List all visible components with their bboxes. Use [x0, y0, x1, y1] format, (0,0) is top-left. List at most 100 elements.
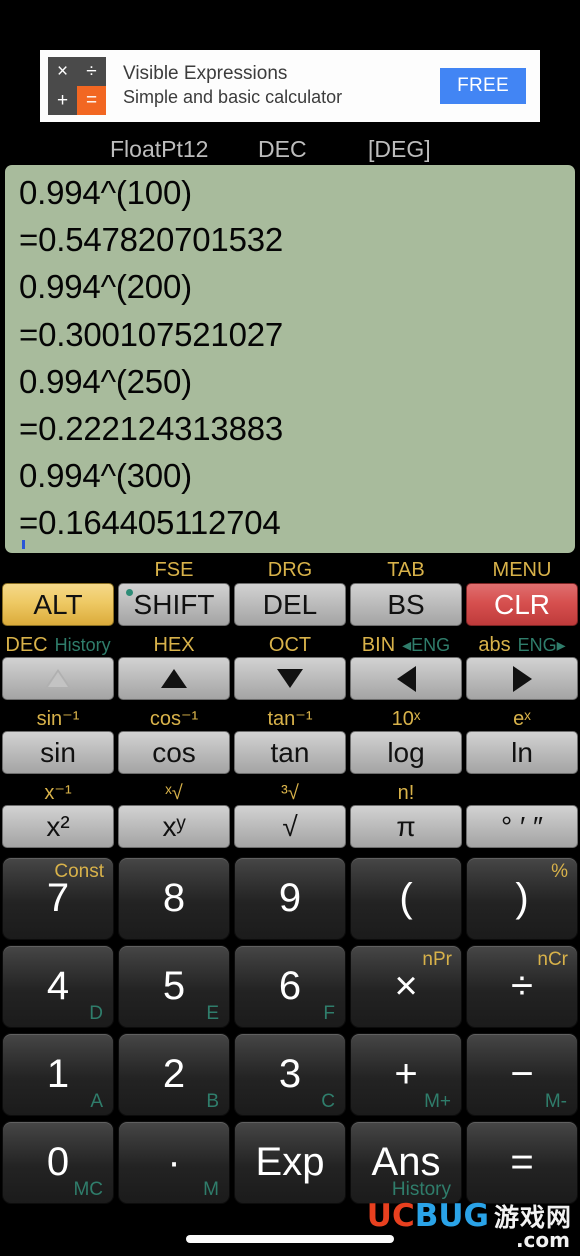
- label-e-pow-x: eˣ: [513, 708, 531, 730]
- key-x-pow-y[interactable]: xʸ: [118, 805, 230, 848]
- shift-active-dot: [126, 589, 133, 596]
- key-arrow-left[interactable]: [350, 657, 462, 700]
- key-divide-label: ÷: [511, 964, 533, 1008]
- key-3[interactable]: C 3: [234, 1033, 346, 1116]
- label-hex: HEX: [153, 634, 195, 656]
- key-open-paren[interactable]: (: [350, 857, 462, 940]
- key-close-paren[interactable]: % ): [466, 857, 578, 940]
- key-sin[interactable]: sin: [2, 731, 114, 774]
- label-cell: DEC History: [0, 633, 116, 657]
- watermark-domain: .com: [515, 1228, 570, 1252]
- key-ln[interactable]: ln: [466, 731, 578, 774]
- label-fse: FSE: [154, 559, 194, 581]
- label-factorial: n!: [397, 782, 415, 804]
- label-menu: MENU: [492, 559, 552, 581]
- key-7[interactable]: Const 7: [2, 857, 114, 940]
- ad-subtitle: Simple and basic calculator: [123, 87, 343, 108]
- key-6-hex-label: F: [323, 1003, 335, 1024]
- display-line: =0.547820701532: [19, 221, 284, 259]
- key-5[interactable]: E 5: [118, 945, 230, 1028]
- watermark-bug: BUG: [414, 1198, 489, 1234]
- key-del[interactable]: DEL: [234, 583, 346, 626]
- key-1-label: 1: [46, 1052, 70, 1096]
- key-decimal-point[interactable]: M ·: [118, 1121, 230, 1204]
- keypad-row-7: A 1 B 2 C 3 M+ + M- −: [0, 1033, 580, 1116]
- key-percent-alt-label: %: [551, 861, 568, 882]
- key-x-squared[interactable]: x²: [2, 805, 114, 848]
- keypad-row-4: x² xʸ √ π ° ′ ″: [0, 805, 580, 848]
- display-line: 0.994^(250): [19, 362, 192, 400]
- label-cell: n!: [348, 781, 464, 805]
- key-shift-label: SHIFT: [133, 588, 215, 620]
- triangle-left-icon: [396, 665, 416, 692]
- key-minus[interactable]: M- −: [466, 1033, 578, 1116]
- key-plus[interactable]: M+ +: [350, 1033, 462, 1116]
- key-tan[interactable]: tan: [234, 731, 346, 774]
- key-mem-minus-label: M-: [544, 1091, 567, 1112]
- key-cos[interactable]: cos: [118, 731, 230, 774]
- label-cell: MENU: [464, 558, 580, 582]
- keypad-row-3: sin cos tan log ln: [0, 731, 580, 774]
- label-cell: [464, 781, 580, 805]
- key-shift[interactable]: SHIFT: [118, 583, 230, 626]
- watermark-chinese: 游戏网: [493, 1203, 572, 1232]
- key-arrow-up[interactable]: [118, 657, 230, 700]
- label-cell: HEX: [116, 633, 232, 657]
- row2-label-strip: DEC History HEX OCT BIN ◂ENG abs ENG▸: [0, 633, 580, 657]
- key-mem-plus-label: M+: [424, 1091, 451, 1112]
- key-ans[interactable]: History Ans: [350, 1121, 462, 1204]
- text-cursor: [22, 540, 25, 549]
- key-bs[interactable]: BS: [350, 583, 462, 626]
- key-log[interactable]: log: [350, 731, 462, 774]
- key-arrow-up-hollow[interactable]: [2, 657, 114, 700]
- keypad-row-5: Const 7 8 9 ( % ): [0, 857, 580, 940]
- key-3-label: 3: [278, 1052, 302, 1096]
- key-9[interactable]: 9: [234, 857, 346, 940]
- key-4[interactable]: D 4: [2, 945, 114, 1028]
- ad-title: Visible Expressions: [123, 63, 288, 85]
- label-cell: TAB: [348, 558, 464, 582]
- calculator-app: × ÷ + = Visible Expressions Simple and b…: [0, 0, 580, 1256]
- row1-label-strip: FSE DRG TAB MENU: [0, 558, 580, 582]
- key-equals[interactable]: =: [466, 1121, 578, 1204]
- label-acos: cos⁻¹: [149, 708, 199, 730]
- key-alt[interactable]: ALT: [2, 583, 114, 626]
- display-line: 0.994^(300): [19, 457, 192, 495]
- display-line: =0.164405112704: [19, 504, 281, 542]
- label-atan: tan⁻¹: [267, 708, 313, 730]
- label-cell: DRG: [232, 558, 348, 582]
- key-0[interactable]: MC 0: [2, 1121, 114, 1204]
- label-history: History: [54, 635, 111, 655]
- key-divide[interactable]: nCr ÷: [466, 945, 578, 1028]
- ad-banner[interactable]: × ÷ + = Visible Expressions Simple and b…: [40, 50, 540, 122]
- watermark-uc: UC: [366, 1198, 415, 1234]
- key-exp[interactable]: Exp: [234, 1121, 346, 1204]
- label-cell: x⁻¹: [0, 781, 116, 805]
- key-memory-label: M: [203, 1179, 219, 1200]
- key-sqrt[interactable]: √: [234, 805, 346, 848]
- home-indicator[interactable]: [186, 1235, 394, 1243]
- label-cube-root: ³√: [281, 782, 299, 804]
- key-6[interactable]: F 6: [234, 945, 346, 1028]
- key-3-hex-label: C: [321, 1091, 335, 1112]
- label-abs: abs: [478, 634, 511, 656]
- key-multiply[interactable]: nPr ×: [350, 945, 462, 1028]
- calculator-display[interactable]: 0.994^(100) =0.547820701532 0.994^(200) …: [5, 165, 575, 553]
- key-ncr-alt-label: nCr: [537, 949, 568, 970]
- key-5-hex-label: E: [206, 1003, 219, 1024]
- key-8[interactable]: 8: [118, 857, 230, 940]
- key-1[interactable]: A 1: [2, 1033, 114, 1116]
- key-clr[interactable]: CLR: [466, 583, 578, 626]
- label-eng-prev: ◂ENG: [402, 635, 451, 655]
- ad-free-button[interactable]: FREE: [440, 68, 526, 104]
- key-arrow-right[interactable]: [466, 657, 578, 700]
- key-arrow-down[interactable]: [234, 657, 346, 700]
- key-history-label: History: [391, 1179, 451, 1200]
- key-5-label: 5: [162, 964, 186, 1008]
- label-ten-pow-x: 10ˣ: [391, 708, 421, 730]
- display-line: 0.994^(100): [19, 174, 192, 211]
- key-2[interactable]: B 2: [118, 1033, 230, 1116]
- key-pi[interactable]: π: [350, 805, 462, 848]
- key-dms[interactable]: ° ′ ″: [466, 805, 578, 848]
- key-multiply-label: ×: [394, 964, 418, 1008]
